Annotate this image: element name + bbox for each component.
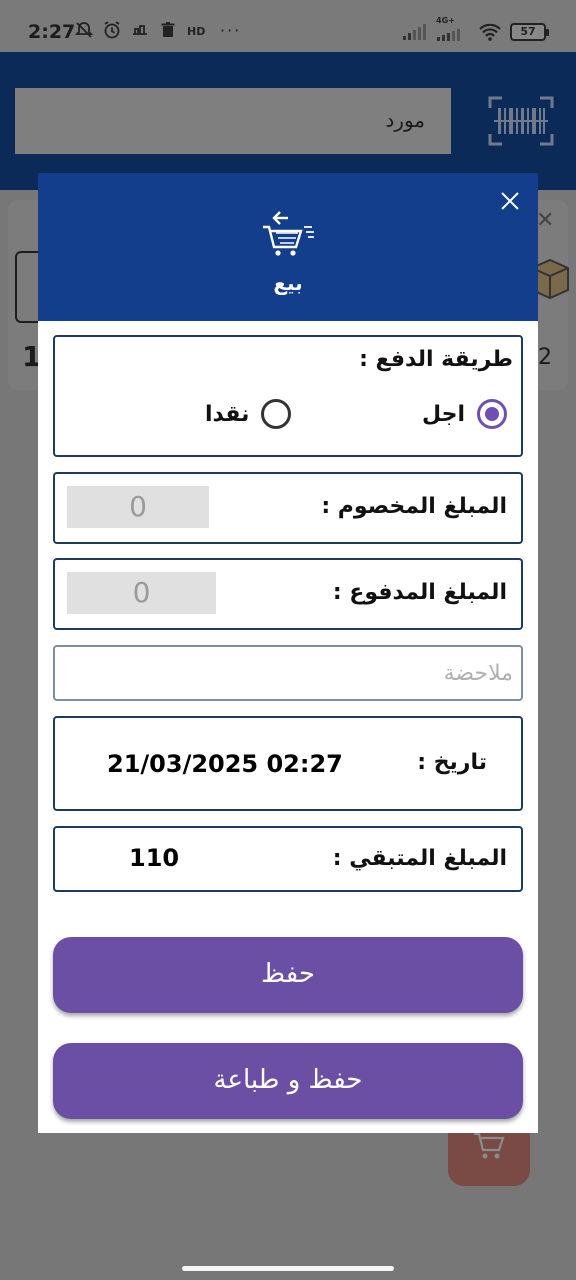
paid-amount-label: المبلغ المدفوع :: [332, 580, 507, 605]
signal-4g-icon: 4G+: [436, 16, 470, 42]
trash-icon: [161, 22, 175, 37]
remaining-value: 110: [129, 844, 180, 872]
radio-deferred-circle[interactable]: [477, 399, 507, 429]
radio-cash-circle[interactable]: [261, 399, 292, 429]
radio-cash-label: نقدا: [205, 401, 250, 427]
radio-cash[interactable]: نقدا: [205, 399, 292, 429]
muted-bell-icon: [74, 22, 94, 38]
note-input[interactable]: [55, 647, 521, 699]
wifi-icon: [479, 23, 501, 41]
save-button[interactable]: حفظ: [53, 937, 523, 1013]
date-group: تاريخ : 21/03/2025 02:27: [53, 716, 523, 811]
discount-input[interactable]: 0: [67, 486, 209, 528]
note-group: [53, 645, 523, 701]
close-icon[interactable]: [498, 189, 522, 213]
more-notifications-icon: ···: [220, 20, 242, 40]
radio-deferred-label: اجل: [421, 401, 465, 427]
gesture-nav-bar[interactable]: [182, 1266, 394, 1271]
hd-icon: HD: [187, 25, 205, 38]
date-value[interactable]: 21/03/2025 02:27: [107, 750, 343, 778]
supplier-label: مورد: [385, 108, 425, 132]
network-label: 4G+: [436, 16, 455, 25]
date-label: تاريخ :: [417, 750, 487, 775]
svg-text:HD: HD: [187, 25, 205, 38]
payment-method-label: طريقة الدفع :: [359, 347, 513, 372]
battery-level: 57: [520, 25, 536, 38]
payment-method-group: طريقة الدفع : اجل نقدا: [53, 335, 523, 457]
battery-icon: 57: [510, 23, 549, 41]
remaining-label: المبلغ المتبقي :: [332, 846, 507, 871]
alarm-icon: [104, 21, 120, 39]
status-bar: 2:27 HD ··· 4G+ 57: [0, 0, 576, 52]
paid-amount-input[interactable]: 0: [67, 572, 216, 614]
barcode-scanner-icon[interactable]: [488, 96, 554, 146]
app-notification-icon: [133, 25, 147, 35]
status-icons-right: 4G+ 57: [402, 16, 549, 42]
paid-amount-group: المبلغ المدفوع : 0: [53, 558, 523, 630]
sell-cart-icon: [263, 211, 314, 256]
status-icons-left: HD ···: [74, 20, 241, 40]
supplier-field[interactable]: مورد: [15, 88, 451, 154]
discount-group: المبلغ المخصوم : 0: [53, 472, 523, 544]
discount-label: المبلغ المخصوم :: [321, 494, 507, 519]
dialog-header: بيع: [38, 173, 538, 321]
dialog-title: بيع: [273, 271, 303, 295]
background-close-icon: ✕: [536, 208, 555, 233]
save-print-button[interactable]: حفظ و طباعة: [53, 1043, 523, 1119]
radio-deferred[interactable]: اجل: [422, 399, 507, 429]
background-right-number: 2: [538, 345, 552, 370]
status-time: 2:27: [28, 21, 76, 43]
sale-dialog: بيع طريقة الدفع : اجل نقدا المبلغ المخصو…: [38, 173, 538, 1133]
signal-icon: [403, 24, 426, 40]
remaining-group: المبلغ المتبقي : 110: [53, 826, 523, 892]
